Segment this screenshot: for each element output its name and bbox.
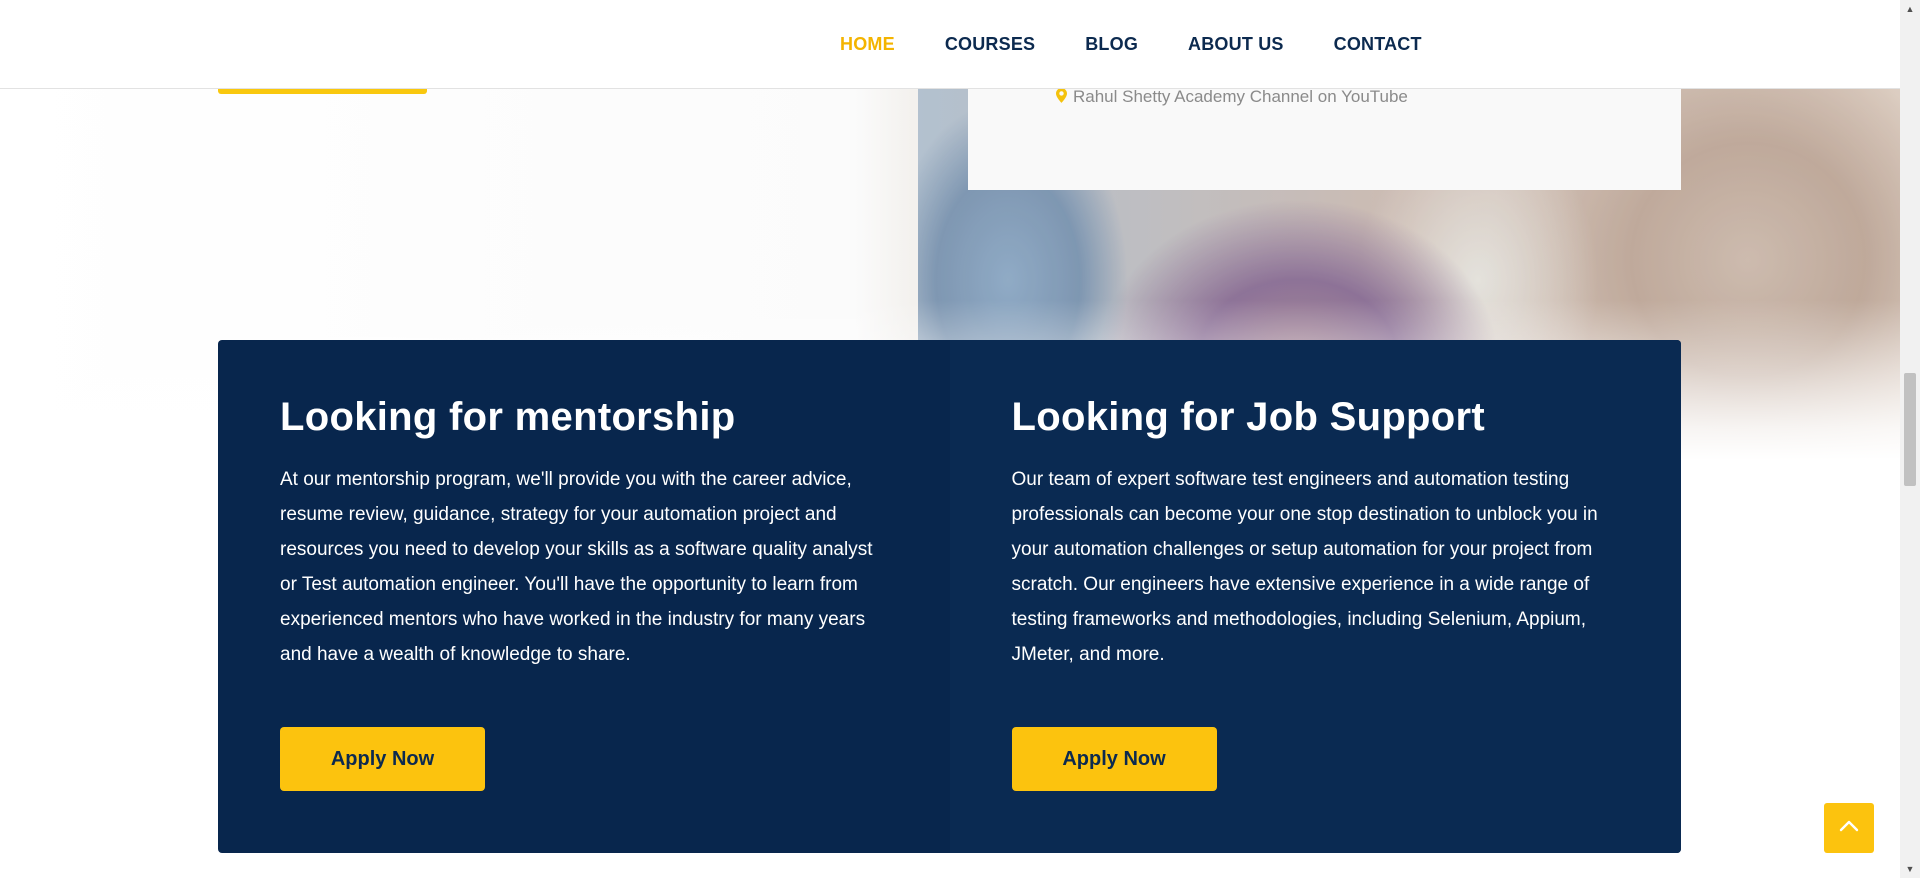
nav-courses[interactable]: COURSES [945,34,1035,55]
map-pin-icon [1056,87,1067,107]
job-support-apply-button[interactable]: Apply Now [1011,727,1217,791]
chevron-up-icon [1839,819,1859,837]
nav-blog[interactable]: BLOG [1085,34,1138,55]
channel-text: Rahul Shetty Academy Channel on YouTube [1073,87,1408,106]
mentorship-card: Looking for mentorship At our mentorship… [218,340,950,853]
main-nav: HOME COURSES BLOG ABOUT US CONTACT [840,0,1422,88]
job-support-title: Looking for Job Support [1011,395,1486,439]
page-scrollbar[interactable]: ▲ ▼ [1900,0,1920,878]
mentorship-title: Looking for mentorship [280,395,736,439]
mentorship-apply-button[interactable]: Apply Now [280,727,485,791]
channel-line[interactable]: Rahul Shetty Academy Channel on YouTube [1056,87,1408,107]
support-panel: Looking for mentorship At our mentorship… [218,340,1681,853]
nav-home[interactable]: HOME [840,34,895,55]
site-header: HOME COURSES BLOG ABOUT US CONTACT [0,0,1900,89]
mentorship-description: At our mentorship program, we'll provide… [280,469,873,665]
scrollbar-thumb[interactable] [1904,373,1916,486]
scroll-down-arrow-icon[interactable]: ▼ [1900,860,1920,878]
nav-about-us[interactable]: ABOUT US [1188,34,1284,55]
nav-contact[interactable]: CONTACT [1334,34,1422,55]
job-support-card: Looking for Job Support Our team of expe… [949,340,1681,853]
scroll-up-arrow-icon[interactable]: ▲ [1900,0,1920,18]
scroll-to-top-button[interactable] [1824,803,1874,853]
job-support-description: Our team of expert software test enginee… [1011,469,1598,665]
